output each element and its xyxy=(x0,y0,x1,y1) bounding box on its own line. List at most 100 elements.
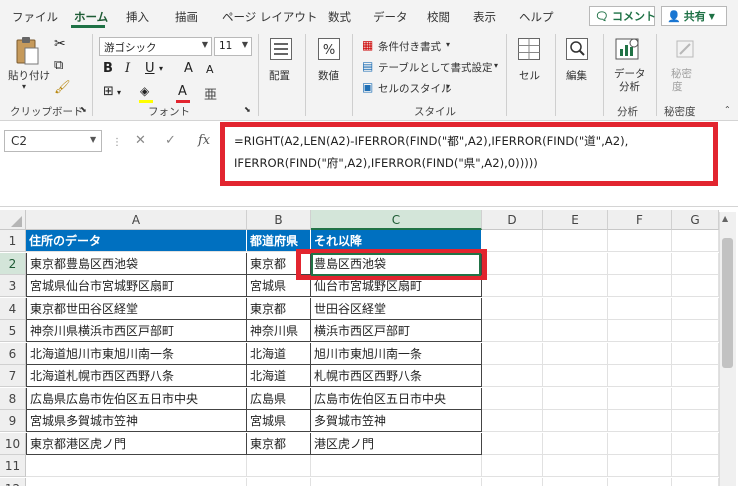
borders-icon[interactable]: ⊞ xyxy=(103,84,114,99)
empty-cell[interactable] xyxy=(672,410,719,432)
empty-cell[interactable] xyxy=(247,455,311,477)
name-box[interactable]: C2 xyxy=(4,130,102,152)
table-cell[interactable]: 宮城県多賀城市笠神 xyxy=(26,410,247,432)
empty-cell[interactable] xyxy=(482,298,543,320)
empty-cell[interactable] xyxy=(247,478,311,486)
empty-cell[interactable] xyxy=(672,343,719,365)
empty-cell[interactable] xyxy=(672,320,719,342)
empty-cell[interactable] xyxy=(608,253,672,275)
formula-input[interactable]: =RIGHT(A2,LEN(A2)-IFERROR(FIND("都",A2),I… xyxy=(220,122,718,186)
italic-button[interactable]: I xyxy=(125,61,130,76)
empty-cell[interactable] xyxy=(482,478,543,486)
tab-insert[interactable]: 挿入 xyxy=(126,9,149,25)
table-cell[interactable]: 多賀城市笠神 xyxy=(311,410,482,432)
column-header-c[interactable]: C xyxy=(311,210,482,230)
table-cell[interactable]: 横浜市西区戸部町 xyxy=(311,320,482,342)
empty-cell[interactable] xyxy=(672,298,719,320)
empty-cell[interactable] xyxy=(482,320,543,342)
tab-data[interactable]: データ xyxy=(373,9,408,25)
column-header-d[interactable]: D xyxy=(482,210,543,230)
table-cell[interactable]: 神奈川県 xyxy=(247,320,311,342)
chevron-down-icon[interactable]: ▾ xyxy=(117,88,121,97)
select-all-button[interactable] xyxy=(0,210,26,230)
empty-cell[interactable] xyxy=(543,230,608,252)
comment-button[interactable]: 🗨 コメント xyxy=(589,6,656,26)
empty-cell[interactable] xyxy=(543,343,608,365)
share-button[interactable]: 👤 共有 ▼ xyxy=(661,6,727,26)
empty-cell[interactable] xyxy=(26,455,247,477)
empty-cell[interactable] xyxy=(672,433,719,455)
cancel-icon[interactable]: ✕ xyxy=(135,133,146,148)
tab-file[interactable]: ファイル xyxy=(12,9,58,25)
empty-cell[interactable] xyxy=(543,275,608,297)
underline-button[interactable]: U xyxy=(145,61,155,76)
chevron-down-icon[interactable]: ▼ xyxy=(90,135,96,144)
table-cell[interactable]: 世田谷区経堂 xyxy=(311,298,482,320)
empty-cell[interactable] xyxy=(608,365,672,387)
empty-cell[interactable] xyxy=(608,343,672,365)
row-header[interactable]: 7 xyxy=(0,365,26,387)
row-header[interactable]: 5 xyxy=(0,320,26,342)
bold-button[interactable]: B xyxy=(103,61,113,76)
dialog-launcher-icon[interactable]: ⬊ xyxy=(80,105,87,114)
empty-cell[interactable] xyxy=(482,230,543,252)
fill-color-icon[interactable]: ◈ xyxy=(140,84,149,98)
font-color-button[interactable]: A xyxy=(178,84,187,99)
tab-view[interactable]: 表示 xyxy=(473,9,496,25)
row-header[interactable]: 12 xyxy=(0,478,26,486)
row-header[interactable]: 9 xyxy=(0,410,26,432)
table-cell[interactable]: 東京都豊島区西池袋 xyxy=(26,253,247,275)
empty-cell[interactable] xyxy=(672,230,719,252)
collapse-ribbon-icon[interactable]: ⌃ xyxy=(724,105,731,114)
empty-cell[interactable] xyxy=(543,478,608,486)
column-header-b[interactable]: B xyxy=(247,210,311,230)
empty-cell[interactable] xyxy=(482,433,543,455)
empty-cell[interactable] xyxy=(482,365,543,387)
empty-cell[interactable] xyxy=(672,388,719,410)
empty-cell[interactable] xyxy=(608,230,672,252)
cut-icon[interactable]: ✂ xyxy=(54,36,66,52)
table-cell[interactable]: 広島市佐伯区五日市中央 xyxy=(311,388,482,410)
table-cell[interactable]: 宮城県仙台市宮城野区扇町 xyxy=(26,275,247,297)
empty-cell[interactable] xyxy=(672,275,719,297)
tab-help[interactable]: ヘルプ xyxy=(519,9,554,25)
empty-cell[interactable] xyxy=(543,320,608,342)
table-cell[interactable]: 東京都 xyxy=(247,433,311,455)
empty-cell[interactable] xyxy=(608,275,672,297)
empty-cell[interactable] xyxy=(608,410,672,432)
table-cell[interactable]: 北海道札幌市西区西野八条 xyxy=(26,365,247,387)
empty-cell[interactable] xyxy=(608,298,672,320)
empty-cell[interactable] xyxy=(482,410,543,432)
shrink-font-button[interactable]: A xyxy=(206,63,214,76)
column-header-a[interactable]: A xyxy=(26,210,247,230)
row-header[interactable]: 11 xyxy=(0,455,26,477)
empty-cell[interactable] xyxy=(311,455,482,477)
empty-cell[interactable] xyxy=(672,365,719,387)
table-cell[interactable]: 広島県 xyxy=(247,388,311,410)
table-cell[interactable]: 旭川市東旭川南一条 xyxy=(311,343,482,365)
tab-formulas[interactable]: 数式 xyxy=(328,9,351,25)
empty-cell[interactable] xyxy=(672,253,719,275)
empty-cell[interactable] xyxy=(482,275,543,297)
row-header[interactable]: 10 xyxy=(0,433,26,455)
table-cell[interactable]: 札幌市西区西野八条 xyxy=(311,365,482,387)
row-header[interactable]: 2 xyxy=(0,253,26,275)
empty-cell[interactable] xyxy=(482,343,543,365)
format-painter-icon[interactable]: 🖌 xyxy=(54,80,71,95)
column-header-e[interactable]: E xyxy=(543,210,608,230)
insert-function-icon[interactable]: fx xyxy=(198,133,210,148)
table-cell[interactable]: 広島県広島市佐伯区五日市中央 xyxy=(26,388,247,410)
empty-cell[interactable] xyxy=(543,433,608,455)
tab-home[interactable]: ホーム xyxy=(74,9,108,25)
copy-icon[interactable]: ⧉ xyxy=(54,58,63,73)
empty-cell[interactable] xyxy=(543,253,608,275)
table-cell[interactable]: 北海道旭川市東旭川南一条 xyxy=(26,343,247,365)
table-cell[interactable]: 北海道 xyxy=(247,365,311,387)
empty-cell[interactable] xyxy=(482,388,543,410)
table-cell[interactable]: 東京都 xyxy=(247,298,311,320)
table-cell[interactable]: 宮城県 xyxy=(247,410,311,432)
font-name-combo[interactable]: 游ゴシック ▼ xyxy=(99,37,212,56)
empty-cell[interactable] xyxy=(543,365,608,387)
column-header-f[interactable]: F xyxy=(608,210,672,230)
tab-draw[interactable]: 描画 xyxy=(175,9,198,25)
